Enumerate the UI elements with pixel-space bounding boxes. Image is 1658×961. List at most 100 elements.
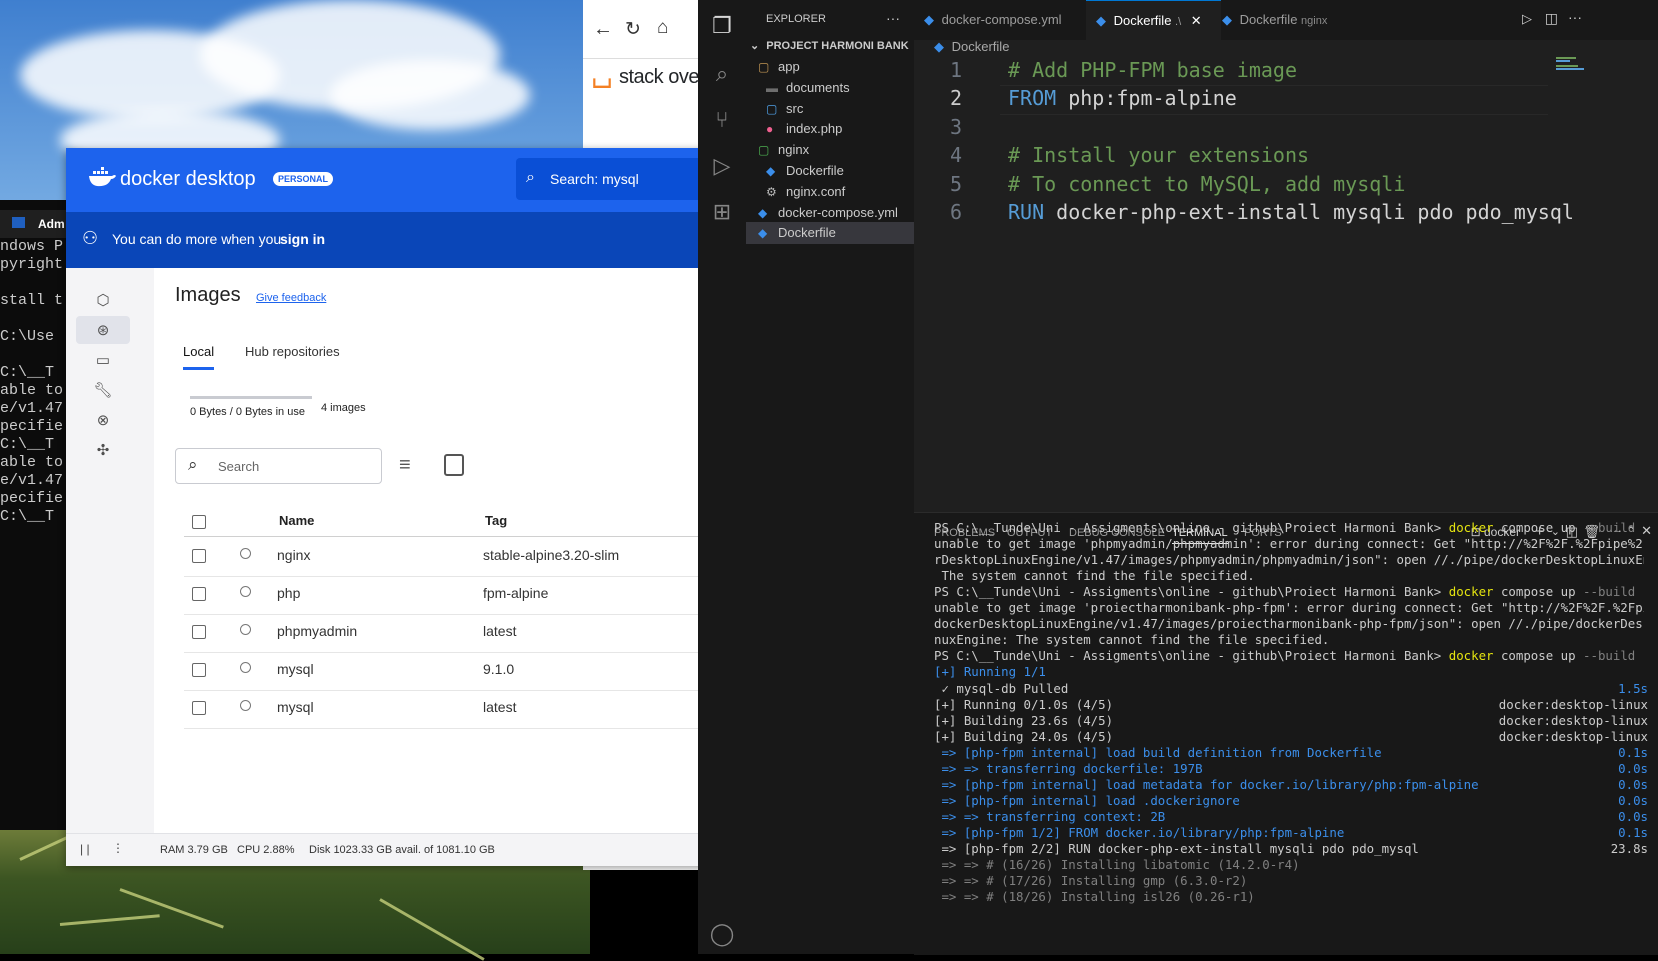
source-control-icon[interactable]: ⑂	[706, 104, 738, 136]
row-checkbox[interactable]	[192, 625, 206, 639]
terminal-line: => [php-fpm 1/2] FROM docker.io/library/…	[934, 825, 1644, 841]
code-line[interactable]: # Add PHP-FPM base image	[1008, 58, 1297, 82]
code-line[interactable]: FROM php:fpm-alpine	[1008, 86, 1237, 110]
docker-file-icon: ◆	[1222, 12, 1232, 27]
background-terminal-window[interactable]: Adm ndows Ppyright stall t C:\Use C:\__T abl…	[0, 200, 70, 830]
image-row[interactable]: php fpm-alpine	[184, 574, 706, 615]
prompt: PS C:\__Tunde\Uni - Assigments\online - …	[934, 520, 1449, 535]
search-icon[interactable]: ⌕	[706, 58, 738, 90]
row-checkbox[interactable]	[192, 549, 206, 563]
code-line[interactable]: # Install your extensions	[1008, 143, 1309, 167]
terminal-text: [+] Running 0/1.0s (4/5)	[934, 696, 1114, 712]
signin-period: .	[321, 231, 325, 247]
image-name[interactable]: php	[277, 585, 300, 601]
explorer-item[interactable]: ⚙ nginx.conf	[746, 181, 914, 203]
select-all-checkbox[interactable]	[192, 515, 206, 529]
extensions-icon[interactable]: ⊞	[706, 196, 738, 228]
columns-icon[interactable]	[444, 454, 464, 476]
row-checkbox[interactable]	[192, 587, 206, 601]
terminal-line: dockerDesktopLinuxEngine/v1.47/images/pr…	[934, 616, 1644, 632]
explorer-icon[interactable]: ❐	[706, 10, 738, 42]
tab-docker-compose[interactable]: ◆ docker-compose.yml	[914, 0, 1094, 40]
reload-icon[interactable]: ↻	[625, 18, 641, 41]
volumes-icon[interactable]: ▭	[88, 346, 118, 374]
pause-icon[interactable]: | |	[80, 842, 90, 856]
project-root[interactable]: ⌄ PROJECT HARMONI BANK	[750, 39, 909, 52]
activity-bar: ❐ ⌕ ⑂ ▷ ⊞ ◯	[698, 0, 747, 954]
terminal-line: => [php-fpm internal] load build definit…	[934, 745, 1644, 761]
explorer-item[interactable]: ● index.php	[746, 118, 914, 140]
image-name[interactable]: nginx	[277, 547, 310, 563]
image-search-input[interactable]: ⌕ Search	[175, 448, 382, 484]
minimap[interactable]	[1556, 56, 1600, 70]
explorer-item[interactable]: ◆ Dockerfile	[746, 160, 914, 182]
back-icon[interactable]: ←	[593, 18, 613, 41]
command: docker	[1448, 584, 1494, 600]
run-icon[interactable]: ▷	[1522, 11, 1532, 27]
explorer-more-icon[interactable]: ···	[886, 10, 900, 26]
scout-icon[interactable]: ⊗	[88, 406, 118, 434]
image-tag: latest	[483, 623, 517, 639]
tab-local[interactable]: Local	[183, 344, 215, 370]
background-terminal-line: able to	[0, 454, 64, 471]
terminal-text: The system cannot find the file specifie…	[934, 568, 1255, 584]
more-icon[interactable]: ⋮	[112, 841, 124, 855]
command: docker	[1448, 648, 1494, 664]
filter-icon[interactable]: ≡	[399, 454, 411, 477]
status-dot-icon	[240, 548, 251, 559]
image-row[interactable]: phpmyadmin latest	[184, 612, 706, 653]
split-editor-icon[interactable]: ◫	[1545, 10, 1558, 27]
column-tag[interactable]: Tag	[485, 513, 507, 528]
terminal-line: PS C:\__Tunde\Uni - Assigments\online - …	[934, 584, 1644, 600]
builds-icon[interactable]: 🔧︎	[88, 376, 118, 404]
containers-icon[interactable]: ⬡	[88, 286, 118, 314]
docker-file-icon: ◆	[766, 164, 776, 178]
docker-header: docker desktop PERSONAL ⌕ Search: mysql	[66, 148, 706, 212]
docker-desktop-window[interactable]: docker desktop PERSONAL ⌕ Search: mysql …	[66, 148, 706, 866]
image-name[interactable]: mysql	[277, 661, 314, 677]
folder-src-icon: ▢	[766, 101, 778, 116]
images-icon[interactable]: ⊛	[76, 316, 130, 344]
terminal-text: => [php-fpm internal] load .dockerignore	[934, 792, 1240, 808]
code-line[interactable]: # To connect to MySQL, add mysqli	[1008, 172, 1405, 196]
explorer-item[interactable]: ▢ src	[746, 98, 914, 120]
tab-dockerfile-nginx[interactable]: ◆ Dockerfile nginx	[1212, 0, 1352, 40]
image-row[interactable]: mysql latest	[184, 688, 706, 729]
explorer-item-label: Dockerfile	[786, 163, 844, 178]
image-name[interactable]: mysql	[277, 699, 314, 715]
account-icon[interactable]: ◯	[706, 918, 738, 950]
terminal-right-text: docker:desktop-linux	[1498, 712, 1648, 728]
tab-dockerfile-active[interactable]: ◆ Dockerfile .\ ✕	[1086, 0, 1221, 41]
status-dot-icon	[240, 662, 251, 673]
home-icon[interactable]: ⌂	[657, 17, 668, 39]
terminal-tab[interactable]: Adm	[0, 210, 70, 238]
image-row[interactable]: mysql 9.1.0	[184, 650, 706, 691]
editor-more-icon[interactable]: ···	[1568, 9, 1582, 25]
extensions-icon[interactable]: ✣	[88, 436, 118, 464]
give-feedback-link[interactable]: Give feedback	[256, 292, 326, 304]
global-search[interactable]: ⌕ Search: mysql	[516, 158, 706, 200]
code-line[interactable]: RUN docker-php-ext-install mysqli pdo pd…	[1008, 200, 1574, 224]
breadcrumb[interactable]: ◆ Dockerfile	[934, 40, 1009, 54]
column-name[interactable]: Name	[279, 513, 314, 528]
row-checkbox[interactable]	[192, 701, 206, 715]
signin-link[interactable]: sign in	[280, 231, 325, 247]
tab-hub-repositories[interactable]: Hub repositories	[245, 344, 340, 359]
signin-text: You can do more when you	[112, 231, 282, 247]
row-checkbox[interactable]	[192, 663, 206, 677]
explorer-item[interactable]: ◆ docker-compose.yml	[746, 202, 914, 224]
explorer-item[interactable]: ◆ Dockerfile	[746, 222, 914, 245]
image-row[interactable]: nginx stable-alpine3.20-slim	[184, 536, 706, 577]
terminal-text: => [php-fpm internal] load metadata for …	[934, 776, 1479, 792]
close-icon[interactable]: ✕	[1191, 13, 1202, 28]
vscode-window[interactable]: ❐ ⌕ ⑂ ▷ ⊞ ◯ EXPLORER ··· ⌄ PROJECT HARMO…	[698, 0, 1658, 955]
explorer-item[interactable]: ▢ nginx	[746, 139, 914, 161]
run-debug-icon[interactable]: ▷	[706, 150, 738, 182]
explorer-item-label: docker-compose.yml	[778, 204, 898, 220]
code-editor[interactable]: ◆ Dockerfile 1 # Add PHP-FPM base image 2 F…	[914, 40, 1658, 510]
explorer-item[interactable]: ▬ documents	[746, 77, 914, 99]
explorer-item[interactable]: ▢ app	[746, 56, 914, 78]
docker-sidebar: ⬡ ⊛ ▭ 🔧︎ ⊗ ✣	[66, 268, 154, 834]
usage-bar	[190, 396, 312, 399]
image-name[interactable]: phpmyadmin	[277, 623, 357, 639]
